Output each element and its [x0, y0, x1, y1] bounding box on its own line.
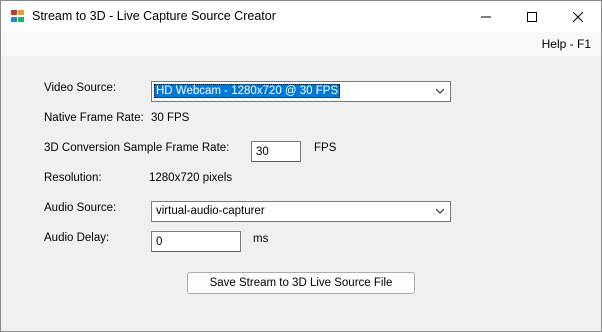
app-icon	[11, 10, 25, 23]
close-icon	[573, 11, 583, 22]
resolution-value: 1280x720 pixels	[149, 172, 233, 184]
video-source-label: Video Source:	[44, 82, 117, 94]
audio-source-selected: virtual-audio-capturer	[156, 205, 265, 217]
maximize-button[interactable]	[509, 1, 555, 32]
audio-delay-label: Audio Delay:	[44, 232, 110, 244]
title-bar[interactable]: Stream to 3D - Live Capture Source Creat…	[1, 1, 601, 32]
close-button[interactable]	[555, 1, 601, 32]
resolution-label: Resolution:	[44, 172, 102, 184]
sample-frame-rate-unit: FPS	[314, 142, 337, 154]
video-source-dropdown[interactable]: HD Webcam - 1280x720 @ 30 FPS	[151, 81, 451, 102]
minimize-icon	[481, 16, 491, 17]
help-menu-item[interactable]: Help - F1	[542, 37, 591, 51]
save-live-source-button[interactable]: Save Stream to 3D Live Source File	[187, 272, 415, 294]
video-source-selected: HD Webcam - 1280x720 @ 30 FPS	[154, 84, 341, 98]
minimize-button[interactable]	[463, 1, 509, 32]
window-title: Stream to 3D - Live Capture Source Creat…	[32, 9, 276, 23]
chevron-down-icon	[435, 208, 445, 214]
sample-frame-rate-input[interactable]: 30	[251, 141, 301, 162]
sample-frame-rate-label: 3D Conversion Sample Frame Rate:	[44, 142, 230, 154]
audio-delay-input[interactable]: 0	[151, 231, 241, 252]
audio-source-dropdown[interactable]: virtual-audio-capturer	[151, 201, 451, 222]
audio-delay-unit: ms	[253, 233, 269, 245]
native-frame-rate-value: 30 FPS	[151, 112, 190, 124]
native-frame-rate-label: Native Frame Rate:	[44, 112, 144, 124]
maximize-icon	[527, 11, 537, 22]
audio-source-label: Audio Source:	[44, 202, 117, 214]
menu-bar: Help - F1	[1, 32, 601, 56]
chevron-down-icon	[435, 88, 445, 94]
app-window: Stream to 3D - Live Capture Source Creat…	[0, 0, 602, 332]
